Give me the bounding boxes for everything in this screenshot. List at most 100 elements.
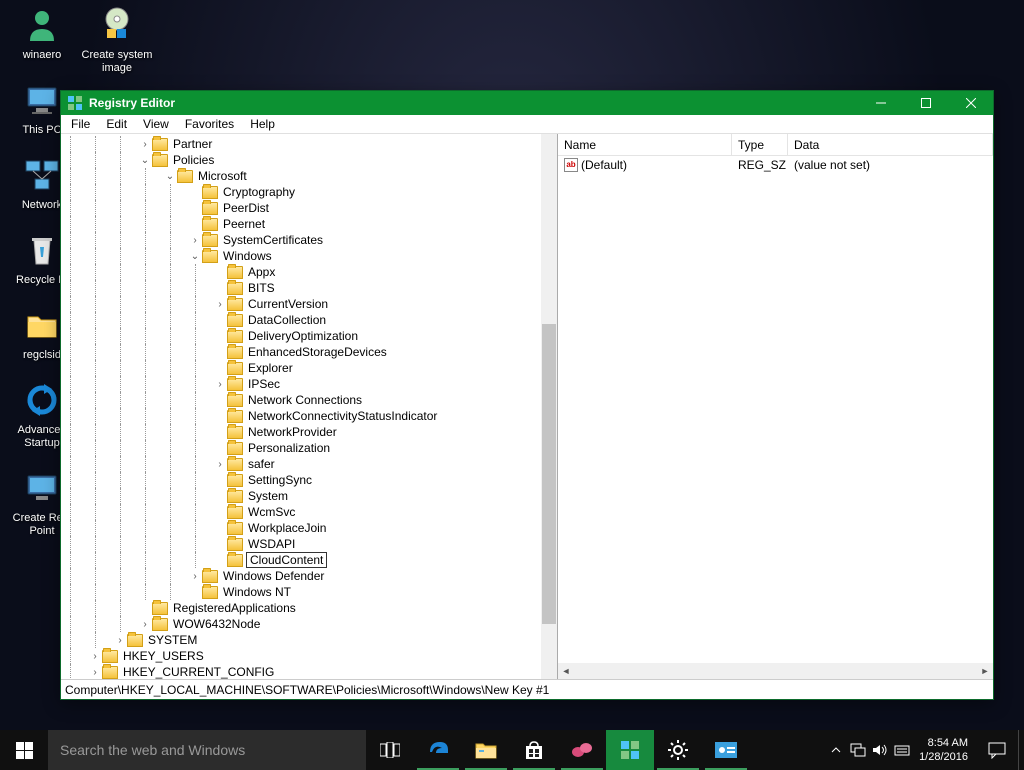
expand-icon[interactable]: ›: [88, 649, 102, 663]
tree-node[interactable]: ·NetworkProvider: [63, 424, 541, 440]
show-desktop-button[interactable]: [1018, 730, 1024, 770]
collapse-icon[interactable]: ⌄: [163, 169, 177, 183]
value-row[interactable]: ab (Default) REG_SZ (value not set): [558, 156, 993, 173]
tray-input-icon[interactable]: [891, 730, 913, 770]
expand-icon[interactable]: ›: [213, 297, 227, 311]
tray-chevron-up-icon[interactable]: [825, 730, 847, 770]
collapse-icon[interactable]: ⌄: [188, 249, 202, 263]
list-hscrollbar[interactable]: ◄ ►: [558, 663, 993, 679]
tree-node-label: Cryptography: [221, 185, 297, 199]
tree-node[interactable]: ·RegisteredApplications: [63, 600, 541, 616]
tree-node[interactable]: ›safer: [63, 456, 541, 472]
tree-node[interactable]: ·DataCollection: [63, 312, 541, 328]
minimize-button[interactable]: [858, 91, 903, 115]
scroll-left-icon[interactable]: ◄: [558, 663, 574, 679]
tree-node[interactable]: ›Windows Defender: [63, 568, 541, 584]
collapse-icon[interactable]: ⌄: [138, 153, 152, 167]
maximize-button[interactable]: [903, 91, 948, 115]
expand-icon[interactable]: ›: [138, 137, 152, 151]
tree-node[interactable]: ⌄Policies: [63, 152, 541, 168]
menu-help[interactable]: Help: [242, 116, 283, 132]
tree-node[interactable]: ·Personalization: [63, 440, 541, 456]
tree-node[interactable]: ·System: [63, 488, 541, 504]
folder-icon: [152, 138, 168, 151]
desktop-icon-winaero[interactable]: winaero: [5, 3, 79, 62]
expand-icon[interactable]: ›: [113, 633, 127, 647]
person-icon: [20, 3, 64, 47]
statusbar: Computer\HKEY_LOCAL_MACHINE\SOFTWARE\Pol…: [61, 680, 993, 699]
action-center-button[interactable]: [976, 730, 1018, 770]
list-body: ab (Default) REG_SZ (value not set): [558, 156, 993, 663]
tree-node-label: NetworkConnectivityStatusIndicator: [246, 409, 439, 423]
close-button[interactable]: [948, 91, 993, 115]
tree-pane[interactable]: ›Partner⌄Policies⌄Microsoft·Cryptography…: [61, 134, 558, 679]
taskbar-app1[interactable]: [558, 730, 606, 770]
tree-node[interactable]: ·DeliveryOptimization: [63, 328, 541, 344]
taskbar-app2[interactable]: [702, 730, 750, 770]
expand-icon[interactable]: ›: [88, 665, 102, 679]
clock[interactable]: 8:54 AM 1/28/2016: [915, 730, 976, 770]
tree-node[interactable]: ·Cryptography: [63, 184, 541, 200]
menu-file[interactable]: File: [63, 116, 98, 132]
titlebar[interactable]: Registry Editor: [61, 91, 993, 115]
no-expand: ·: [213, 505, 227, 519]
tree-node[interactable]: ·WcmSvc: [63, 504, 541, 520]
task-view-button[interactable]: [366, 730, 414, 770]
taskbar-edge[interactable]: [414, 730, 462, 770]
menu-view[interactable]: View: [135, 116, 177, 132]
tree-node-label: Partner: [171, 137, 214, 151]
scroll-thumb[interactable]: [542, 324, 556, 624]
expand-icon[interactable]: ›: [188, 233, 202, 247]
tray-network-icon[interactable]: [847, 730, 869, 770]
folder-icon: [227, 362, 243, 375]
expand-icon[interactable]: ›: [188, 569, 202, 583]
no-expand: ·: [213, 441, 227, 455]
tree-node[interactable]: ›HKEY_CURRENT_CONFIG: [63, 664, 541, 679]
tree-node[interactable]: ·Explorer: [63, 360, 541, 376]
tray-volume-icon[interactable]: [869, 730, 891, 770]
tree-node[interactable]: ⌄Microsoft: [63, 168, 541, 184]
scroll-right-icon[interactable]: ►: [977, 663, 993, 679]
tree-node[interactable]: ·WorkplaceJoin: [63, 520, 541, 536]
search-input[interactable]: Search the web and Windows: [48, 730, 366, 770]
start-button[interactable]: [0, 730, 48, 770]
tree-node[interactable]: ›IPSec: [63, 376, 541, 392]
col-name[interactable]: Name: [558, 134, 732, 155]
tree-node[interactable]: ·NetworkConnectivityStatusIndicator: [63, 408, 541, 424]
tree-node[interactable]: ›SystemCertificates: [63, 232, 541, 248]
taskbar-file-explorer[interactable]: [462, 730, 510, 770]
tree-node[interactable]: ·Windows NT: [63, 584, 541, 600]
tree-node[interactable]: ›SYSTEM: [63, 632, 541, 648]
col-data[interactable]: Data: [788, 134, 993, 155]
tree-node[interactable]: ›HKEY_USERS: [63, 648, 541, 664]
tree-node[interactable]: ·Peernet: [63, 216, 541, 232]
desktop-icon-create-system-image[interactable]: Create system image: [80, 3, 154, 75]
tree-node[interactable]: ·PeerDist: [63, 200, 541, 216]
tree-node[interactable]: ·WSDAPI: [63, 536, 541, 552]
tree-node[interactable]: ·CloudContent: [63, 552, 541, 568]
tree-node-label[interactable]: CloudContent: [246, 552, 327, 568]
tree-node[interactable]: › Partner: [63, 136, 541, 152]
menu-favorites[interactable]: Favorites: [177, 116, 242, 132]
system-tray: [823, 730, 915, 770]
taskbar-settings[interactable]: [654, 730, 702, 770]
expand-icon[interactable]: ›: [213, 377, 227, 391]
tree-node-label: Windows NT: [221, 585, 293, 599]
tree-node[interactable]: ·SettingSync: [63, 472, 541, 488]
tree-node[interactable]: ·Network Connections: [63, 392, 541, 408]
tree-scrollbar[interactable]: [541, 134, 557, 679]
tree-node[interactable]: ⌄Windows: [63, 248, 541, 264]
taskbar-regedit[interactable]: [606, 730, 654, 770]
col-type[interactable]: Type: [732, 134, 788, 155]
tree-node[interactable]: ·Appx: [63, 264, 541, 280]
expand-icon[interactable]: ›: [213, 457, 227, 471]
expand-icon[interactable]: ›: [138, 617, 152, 631]
tree-node[interactable]: ›WOW6432Node: [63, 616, 541, 632]
tree-node[interactable]: ·EnhancedStorageDevices: [63, 344, 541, 360]
taskbar-store[interactable]: [510, 730, 558, 770]
folder-icon: [202, 250, 218, 263]
menu-edit[interactable]: Edit: [98, 116, 135, 132]
tree-node[interactable]: ·BITS: [63, 280, 541, 296]
value-list-pane[interactable]: Name Type Data ab (Default) REG_SZ (valu…: [558, 134, 993, 679]
tree-node[interactable]: ›CurrentVersion: [63, 296, 541, 312]
